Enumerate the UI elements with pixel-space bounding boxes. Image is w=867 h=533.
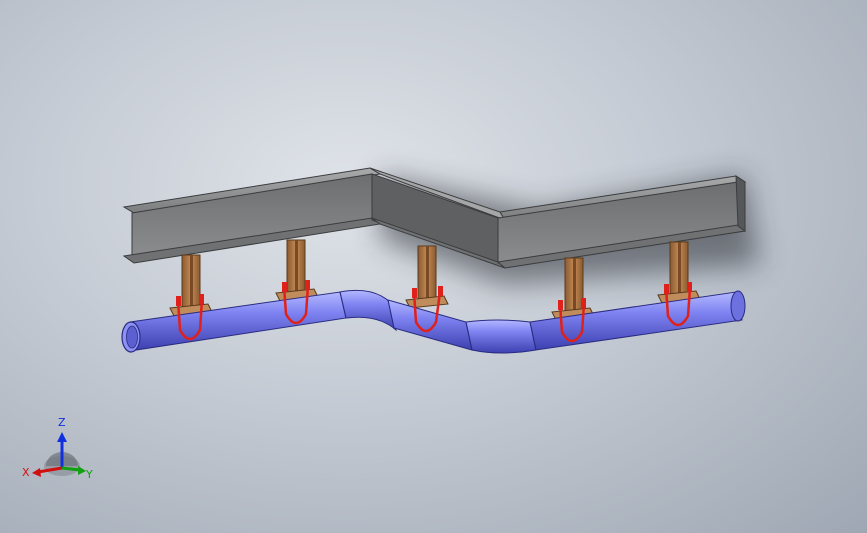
- y-axis-line: [61, 466, 81, 472]
- y-axis-arrow: [78, 466, 86, 475]
- x-axis-label: X: [22, 466, 30, 479]
- 3d-viewport[interactable]: Z X Y: [0, 0, 867, 533]
- z-axis-arrow: [57, 432, 67, 442]
- reference-triad[interactable]: Z X Y: [22, 416, 93, 481]
- support-post-1[interactable]: [169, 254, 213, 317]
- z-axis-label: Z: [58, 416, 66, 429]
- i-beam-left[interactable]: [122, 167, 382, 264]
- y-axis-label: Y: [85, 468, 93, 481]
- x-axis-arrow: [32, 468, 41, 477]
